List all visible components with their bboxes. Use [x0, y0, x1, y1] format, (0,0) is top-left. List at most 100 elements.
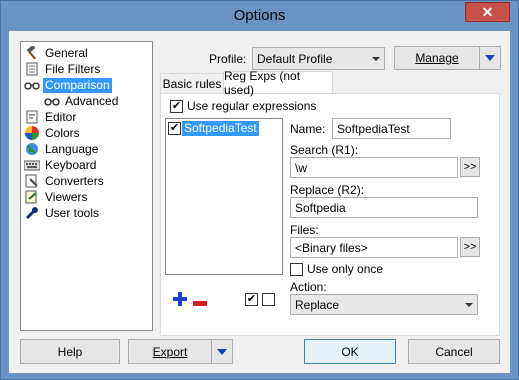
tree-item-file-filters[interactable]: File Filters	[24, 61, 102, 77]
export-button-label: Export	[152, 344, 188, 359]
list-item-checkbox[interactable]: ✔	[168, 122, 181, 135]
tree-item-advanced[interactable]: Advanced	[44, 93, 120, 109]
use-once-checkbox[interactable]	[290, 262, 303, 276]
search-value: \w	[295, 160, 307, 175]
tab-label: Basic rules	[162, 76, 222, 91]
close-icon: ✕	[481, 3, 494, 20]
editor-icon	[24, 110, 40, 124]
plus-icon	[173, 292, 187, 306]
minus-icon	[193, 301, 207, 306]
tree-item-label: Comparison	[43, 77, 112, 93]
viewer-icon	[24, 190, 40, 204]
replace-label: Replace (R2):	[290, 183, 365, 197]
tree-item-label: Converters	[45, 173, 104, 188]
check-icon: ✔	[171, 99, 182, 112]
tree-item-colors[interactable]: Colors	[24, 125, 82, 141]
search-label: Search (R1):	[290, 143, 359, 157]
search-field[interactable]: \w	[290, 157, 458, 178]
name-field[interactable]: SoftpediaTest	[332, 118, 451, 139]
tree-item-label: File Filters	[45, 61, 101, 76]
tree-item-editor[interactable]: Editor	[24, 109, 78, 125]
chevron-down-icon	[217, 348, 227, 355]
help-button[interactable]: Help	[20, 339, 120, 364]
expand-label: >>	[463, 161, 477, 173]
export-button[interactable]: Export	[128, 339, 212, 364]
document-icon	[24, 62, 40, 76]
uncheck-all-button[interactable]	[262, 293, 275, 306]
window-title: Options	[233, 7, 286, 24]
chevron-down-icon	[372, 56, 380, 61]
tree-item-label: Colors	[45, 125, 80, 140]
check-icon: ✔	[169, 122, 180, 134]
name-value: SoftpediaTest	[337, 121, 410, 136]
cancel-button[interactable]: Cancel	[408, 339, 500, 364]
dialog-client: General File Filters Comparison Advanced	[9, 31, 510, 373]
tree-item-label: Language	[45, 141, 99, 156]
add-button[interactable]	[173, 292, 187, 306]
tab-label: Reg Exps (not used)	[224, 68, 301, 97]
list-item[interactable]: ✔ SoftpediaTest	[168, 121, 259, 136]
tree-item-keyboard[interactable]: Keyboard	[24, 157, 98, 173]
action-value: Replace	[295, 297, 340, 312]
chevron-down-icon	[485, 55, 495, 61]
profile-dropdown[interactable]: Default Profile	[252, 47, 385, 70]
tree-item-label: Advanced	[65, 93, 119, 108]
check-all-button[interactable]: ✔	[245, 293, 258, 306]
tree-item-comparison[interactable]: Comparison	[24, 77, 112, 93]
profile-value: Default Profile	[257, 51, 333, 66]
use-regex-checkbox[interactable]: ✔	[170, 99, 183, 113]
options-window: Options ✕ General File Filters Compariso…	[0, 0, 519, 380]
use-once-label: Use only once	[307, 262, 384, 276]
help-button-label: Help	[57, 344, 83, 359]
tab-reg-exps[interactable]: Reg Exps (not used)	[223, 69, 333, 97]
export-dropdown-button[interactable]	[211, 339, 233, 364]
files-value: <Binary files>	[295, 240, 368, 255]
tree-item-user-tools[interactable]: User tools	[24, 205, 101, 221]
hammer-icon	[24, 46, 40, 60]
manage-dropdown-button[interactable]	[479, 46, 501, 70]
action-dropdown[interactable]: Replace	[290, 294, 478, 315]
tree-item-label: Viewers	[45, 189, 88, 204]
use-once-row[interactable]: Use only once	[290, 262, 383, 276]
files-label: Files:	[290, 223, 319, 237]
category-tree[interactable]: General File Filters Comparison Advanced	[20, 41, 153, 331]
user-tools-icon	[24, 206, 40, 220]
use-regex-row[interactable]: ✔ Use regular expressions	[170, 99, 316, 113]
manage-button[interactable]: Manage	[394, 46, 480, 70]
list-item-label: SoftpediaTest	[182, 121, 259, 136]
profile-label: Profile:	[209, 52, 247, 66]
action-label: Action:	[290, 280, 327, 294]
replace-value: Softpedia	[295, 200, 346, 215]
ok-button-label: OK	[341, 344, 359, 359]
tree-item-label: User tools	[45, 205, 100, 220]
keyboard-icon	[24, 158, 40, 172]
title-bar[interactable]: Options ✕	[1, 1, 518, 31]
tree-item-converters[interactable]: Converters	[24, 173, 106, 189]
tree-item-label: General	[45, 45, 88, 60]
remove-button[interactable]	[193, 296, 207, 306]
search-expand-button[interactable]: >>	[460, 157, 480, 177]
use-regex-label: Use regular expressions	[187, 99, 317, 113]
files-expand-button[interactable]: >>	[460, 237, 480, 257]
regex-list[interactable]: ✔ SoftpediaTest	[165, 118, 283, 275]
expand-label: >>	[463, 241, 477, 253]
cancel-button-label: Cancel	[435, 344, 473, 359]
reg-exps-panel: ✔ Use regular expressions ✔ SoftpediaTes…	[160, 93, 500, 336]
close-button[interactable]: ✕	[465, 2, 510, 22]
files-field[interactable]: <Binary files>	[290, 237, 458, 258]
tree-item-label: Keyboard	[45, 157, 97, 172]
glasses-icon	[44, 94, 60, 108]
ok-button[interactable]: OK	[304, 339, 396, 364]
replace-field[interactable]: Softpedia	[290, 197, 478, 218]
chevron-down-icon	[465, 302, 473, 307]
converter-icon	[24, 174, 40, 188]
globe-icon	[24, 142, 40, 156]
tree-item-language[interactable]: Language	[24, 141, 100, 157]
tree-item-general[interactable]: General	[24, 45, 90, 61]
tree-item-viewers[interactable]: Viewers	[24, 189, 89, 205]
tab-basic-rules[interactable]: Basic rules	[160, 73, 224, 93]
name-label: Name:	[290, 122, 326, 136]
check-icon: ✔	[246, 293, 257, 305]
glasses-icon	[24, 78, 40, 92]
tree-item-label: Editor	[45, 109, 77, 124]
